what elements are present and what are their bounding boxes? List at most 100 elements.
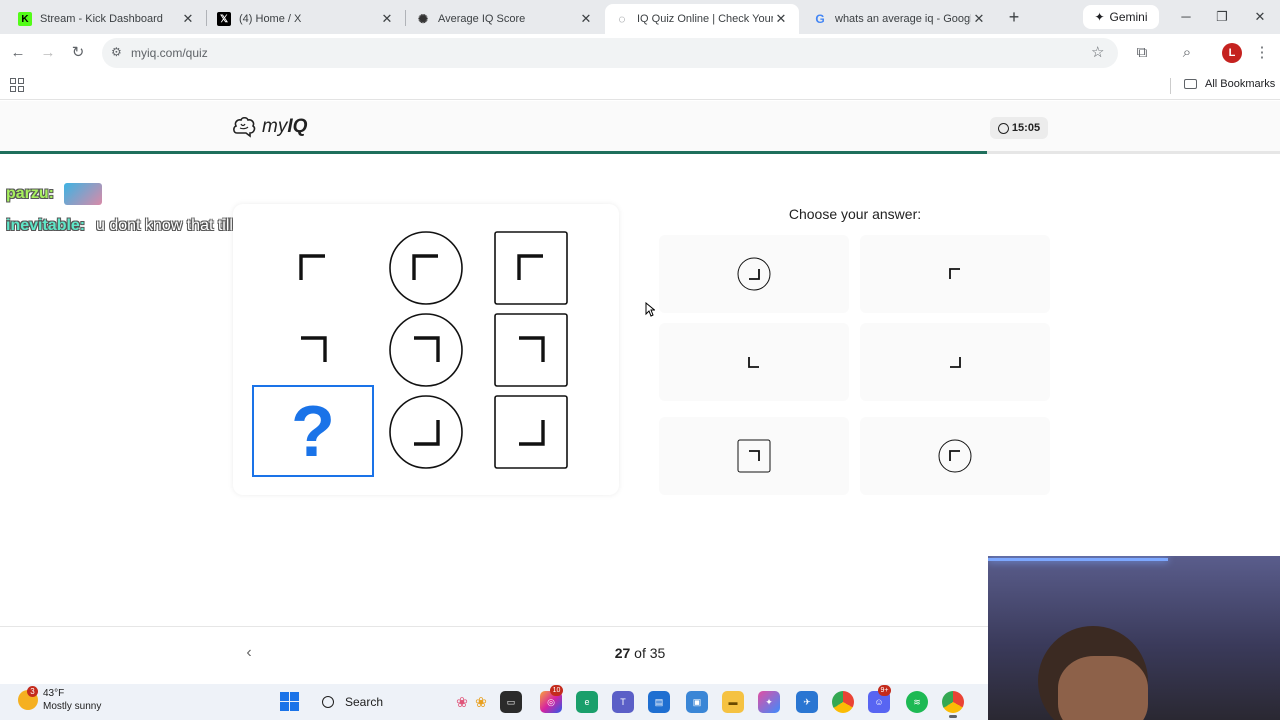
- answer-option-3[interactable]: [659, 323, 849, 401]
- corner-glyph-bottom-right: [519, 420, 545, 446]
- minimize-icon[interactable]: ─: [1176, 8, 1196, 26]
- back-arrow-icon[interactable]: ←: [8, 43, 28, 63]
- reload-icon[interactable]: ↻: [68, 43, 88, 63]
- quiz-progress-bar: [0, 151, 1280, 154]
- openai-logo-icon: ✺: [417, 12, 429, 26]
- tab-kick-dashboard[interactable]: K Stream - Kick Dashboard ✕: [8, 4, 206, 34]
- footer-divider: [0, 626, 990, 627]
- puzzle-cell-square-bottom-right: [494, 395, 568, 469]
- close-icon[interactable]: ✕: [773, 11, 789, 27]
- close-icon[interactable]: ✕: [971, 11, 987, 27]
- tab-average-iq[interactable]: ✺ Average IQ Score ✕: [406, 4, 604, 34]
- timer-value: 15:05: [1011, 122, 1041, 134]
- chrome-profile-icon[interactable]: [942, 691, 964, 713]
- address-bar[interactable]: ⚙ myiq.com/quiz ☆: [102, 38, 1118, 68]
- question-counter: 27 of 35: [590, 645, 690, 661]
- current-question-number: 27: [614, 645, 631, 661]
- bookmarks-bar: All Bookmarks: [0, 72, 1280, 100]
- site-header: my IQ 15:05: [0, 101, 1280, 151]
- browser-tab-strip: K Stream - Kick Dashboard ✕ 𝕏 (4) Home /…: [0, 0, 1280, 34]
- corner-glyph-bottom-right: [414, 420, 440, 446]
- all-bookmarks-button[interactable]: All Bookmarks: [1184, 78, 1275, 90]
- weather-temperature[interactable]: 43°F: [43, 688, 64, 699]
- extensions-icon[interactable]: ⧉: [1132, 43, 1152, 63]
- close-icon[interactable]: ✕: [180, 11, 196, 27]
- previous-question-button[interactable]: ‹: [240, 643, 258, 663]
- windows-start-icon[interactable]: [280, 692, 299, 711]
- answer-option-1[interactable]: [659, 235, 849, 313]
- corner-glyph-top-right: [519, 336, 545, 362]
- copilot-icon[interactable]: ✦: [758, 691, 780, 713]
- led-strip: [988, 558, 1168, 561]
- streamer-webcam: [988, 556, 1280, 720]
- answer-option-5[interactable]: [659, 417, 849, 495]
- answer-prompt: Choose your answer:: [788, 206, 922, 222]
- corner-glyph-top-left: [517, 254, 543, 280]
- new-tab-button[interactable]: +: [1004, 6, 1024, 28]
- question-mark: ?: [291, 392, 335, 472]
- task-view-icon[interactable]: ▭: [500, 691, 522, 713]
- quiz-timer: 15:05: [990, 117, 1048, 139]
- chat-emote-image: [64, 183, 102, 205]
- file-explorer-icon[interactable]: ▬: [722, 691, 744, 713]
- square-frame: [737, 439, 771, 473]
- tab-google-search[interactable]: G whats an average iq - Google S ✕: [803, 4, 997, 34]
- profile-avatar[interactable]: L: [1222, 43, 1242, 63]
- stopwatch-icon: [997, 122, 1009, 134]
- corner-glyph-top-left: [299, 254, 325, 280]
- corner-glyph-top-right: [301, 336, 327, 362]
- tab-title: Average IQ Score: [438, 13, 526, 25]
- kick-logo-icon: K: [18, 12, 32, 26]
- answer-option-6[interactable]: [860, 417, 1050, 495]
- tab-title: IQ Quiz Online | Check Your IQ: [637, 13, 773, 25]
- puzzle-cell-square-top-right: [494, 313, 568, 387]
- teams-icon[interactable]: T: [612, 691, 634, 713]
- apps-grid-icon[interactable]: [10, 78, 24, 92]
- bluetooth-app-icon[interactable]: ✈: [796, 691, 818, 713]
- menu-kebab-icon[interactable]: ⋮: [1252, 43, 1272, 63]
- corner-glyph-bottom-right: [950, 357, 961, 368]
- circle-frame: [389, 395, 463, 469]
- taskbar-search[interactable]: Search: [312, 688, 442, 716]
- site-info-icon[interactable]: ⚙: [111, 45, 122, 59]
- taskbar-search-label: Search: [345, 695, 384, 709]
- mouse-cursor-icon: [645, 302, 655, 317]
- corner-glyph-bottom-right: [749, 269, 760, 280]
- corner-glyph-top-left: [949, 450, 960, 461]
- spotify-icon[interactable]: ≋: [906, 691, 928, 713]
- weather-badge: 3: [27, 686, 38, 697]
- tab-title: (4) Home / X: [239, 13, 302, 25]
- chrome-icon[interactable]: [832, 691, 854, 713]
- edge-browser-icon[interactable]: e: [576, 691, 598, 713]
- tulips-widget-icon[interactable]: ❀: [470, 691, 492, 713]
- answer-option-2[interactable]: [860, 235, 1050, 313]
- folder-icon: [1184, 79, 1197, 89]
- puzzle-cell-circle-bottom-right: [389, 395, 463, 469]
- weather-description[interactable]: Mostly sunny: [43, 701, 101, 712]
- bookmark-star-icon[interactable]: ☆: [1091, 43, 1104, 61]
- gemini-button[interactable]: ✦ Gemini: [1083, 5, 1159, 29]
- window-close-icon[interactable]: ✕: [1250, 8, 1270, 26]
- google-logo-icon: G: [815, 12, 825, 26]
- forward-arrow-icon[interactable]: →: [38, 43, 58, 63]
- chat-username: parzu:: [6, 185, 54, 202]
- search-icon: [322, 696, 334, 708]
- answer-option-4[interactable]: [860, 323, 1050, 401]
- chat-username: inevitable:: [6, 217, 86, 234]
- close-icon[interactable]: ✕: [578, 11, 594, 27]
- discord-badge: 9+: [878, 685, 891, 696]
- myiq-logo[interactable]: my IQ: [232, 116, 307, 138]
- tab-iq-quiz[interactable]: ◌ IQ Quiz Online | Check Your IQ ✕: [605, 4, 799, 34]
- lens-search-icon[interactable]: ⌕: [1177, 43, 1197, 63]
- close-icon[interactable]: ✕: [379, 11, 395, 27]
- chat-bubble-icon: ◌: [618, 12, 626, 26]
- answer-shape-none-bottom-left: [748, 357, 759, 368]
- circle-frame: [938, 439, 972, 473]
- restore-icon[interactable]: ❐: [1212, 8, 1232, 26]
- app-window-icon[interactable]: ▣: [686, 691, 708, 713]
- tab-x-home[interactable]: 𝕏 (4) Home / X ✕: [207, 4, 405, 34]
- circle-frame: [737, 257, 771, 291]
- url-text: myiq.com/quiz: [131, 46, 208, 60]
- store-icon[interactable]: ▤: [648, 691, 670, 713]
- brain-icon: [233, 116, 256, 138]
